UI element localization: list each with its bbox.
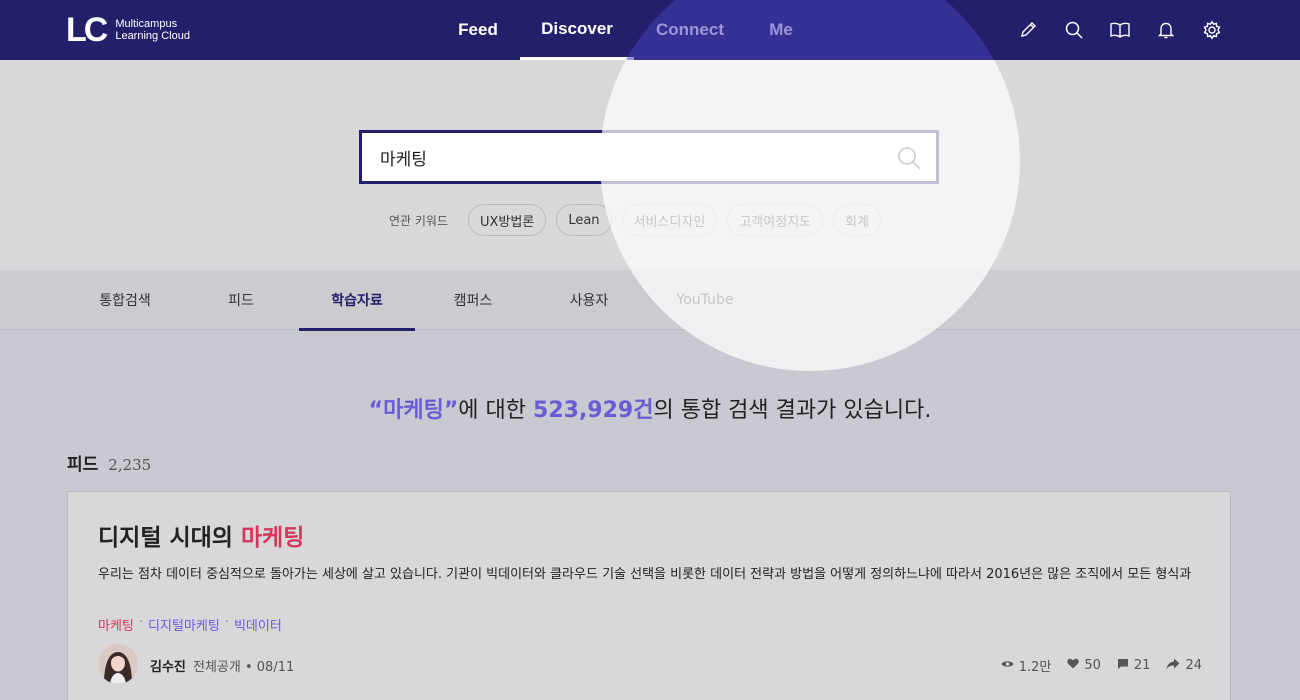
keyword-chip[interactable]: UX방법론 (468, 204, 547, 236)
tab-integrated[interactable]: 통합검색 (67, 270, 183, 330)
section-title: 피드 (67, 455, 99, 475)
gear-icon[interactable] (1200, 18, 1224, 42)
shares-count: 24 (1185, 658, 1202, 673)
result-text-suffix: 의 통합 검색 결과가 있습니다. (653, 398, 932, 423)
views-stat: 1.2만 (1001, 656, 1052, 675)
views-count: 1.2만 (1018, 660, 1052, 675)
keyword-chip[interactable]: 고객여정지도 (727, 204, 824, 236)
tab-feed[interactable]: 피드 (183, 270, 299, 330)
nav-item-me[interactable]: Me (746, 0, 816, 60)
nav-item-connect[interactable]: Connect (634, 0, 746, 60)
bell-icon[interactable] (1154, 18, 1178, 42)
post-date: 08/11 (256, 660, 295, 675)
post-meta: 전체공개 • 08/11 (193, 660, 295, 675)
nav-item-feed[interactable]: Feed (436, 0, 520, 60)
tag[interactable]: 빅데이터 (234, 615, 282, 634)
result-count: 523,929건 (533, 398, 654, 423)
logo-line-2: Learning Cloud (115, 30, 190, 42)
avatar[interactable] (98, 644, 138, 684)
comments-stat[interactable]: 21 (1117, 656, 1151, 675)
result-query: “마케팅” (368, 398, 459, 423)
card-title[interactable]: 디지털 시대의 마케팅 (98, 518, 304, 552)
author-row: 김수진 전체공개 • 08/11 1.2만 50 21 24 (98, 644, 1202, 684)
top-navigation: LC Multicampus Learning Cloud Feed Disco… (0, 0, 1300, 60)
likes-stat[interactable]: 50 (1067, 656, 1101, 675)
related-keywords: 연관 키워드 UX방법론 Lean 서비스디자인 고객여정지도 회계 (389, 204, 891, 236)
eye-icon (1001, 658, 1014, 673)
card-tags: 마케팅 · 디지털마케팅 · 빅데이터 (98, 615, 282, 634)
card-title-highlight: 마케팅 (240, 525, 305, 551)
comments-count: 21 (1133, 658, 1151, 673)
result-summary: “마케팅”에 대한 523,929건의 통합 검색 결과가 있습니다. (0, 392, 1300, 424)
card-stats: 1.2만 50 21 24 (1001, 656, 1202, 675)
tab-campus[interactable]: 캠퍼스 (415, 270, 531, 330)
shares-stat[interactable]: 24 (1166, 656, 1202, 675)
likes-count: 50 (1084, 658, 1101, 673)
nav-item-discover[interactable]: Discover (520, 0, 634, 60)
pencil-icon[interactable] (1016, 18, 1040, 42)
logo[interactable]: LC Multicampus Learning Cloud (66, 11, 190, 49)
tab-youtube[interactable]: YouTube (647, 270, 763, 330)
result-text-mid: 에 대한 (458, 398, 534, 423)
section-count: 2,235 (108, 456, 152, 474)
tag-separator: · (138, 615, 144, 630)
book-icon[interactable] (1108, 18, 1132, 42)
comment-icon (1117, 658, 1129, 674)
keyword-chip[interactable]: 회계 (833, 204, 881, 236)
search-icon[interactable] (896, 145, 922, 171)
search-icon[interactable] (1062, 18, 1086, 42)
card-excerpt: 우리는 점차 데이터 중심적으로 돌아가는 세상에 살고 있습니다. 기관이 빅… (98, 567, 1192, 582)
main-menu: Feed Discover Connect Me (436, 0, 816, 60)
search-box (359, 130, 939, 184)
author-name[interactable]: 김수진 (150, 656, 186, 675)
related-keywords-label: 연관 키워드 (389, 213, 449, 228)
logo-text: Multicampus Learning Cloud (115, 18, 190, 42)
visibility-label: 전체공개 (193, 660, 241, 675)
nav-icon-group (1016, 18, 1224, 42)
result-tabs: 통합검색 피드 학습자료 캠퍼스 사용자 YouTube (0, 270, 1300, 331)
tag[interactable]: 마케팅 (98, 615, 134, 634)
feed-card[interactable]: 디지털 시대의 마케팅 우리는 점차 데이터 중심적으로 돌아가는 세상에 살고… (67, 491, 1231, 700)
tag-separator: · (224, 615, 229, 630)
share-icon (1166, 658, 1180, 674)
logo-line-1: Multicampus (115, 18, 178, 30)
card-title-prefix: 디지털 시대의 (98, 525, 241, 551)
keyword-chip[interactable]: Lean (556, 204, 612, 236)
tab-users[interactable]: 사용자 (531, 270, 647, 330)
search-section: 연관 키워드 UX방법론 Lean 서비스디자인 고객여정지도 회계 (0, 60, 1300, 270)
tab-learning-materials[interactable]: 학습자료 (299, 270, 415, 331)
heart-icon (1067, 658, 1080, 673)
logo-mark: LC (66, 11, 108, 49)
keyword-chip[interactable]: 서비스디자인 (621, 204, 718, 236)
search-input[interactable] (362, 133, 936, 181)
tag[interactable]: 디지털마케팅 (148, 615, 220, 634)
feed-section-header: 피드 2,235 (67, 450, 151, 475)
